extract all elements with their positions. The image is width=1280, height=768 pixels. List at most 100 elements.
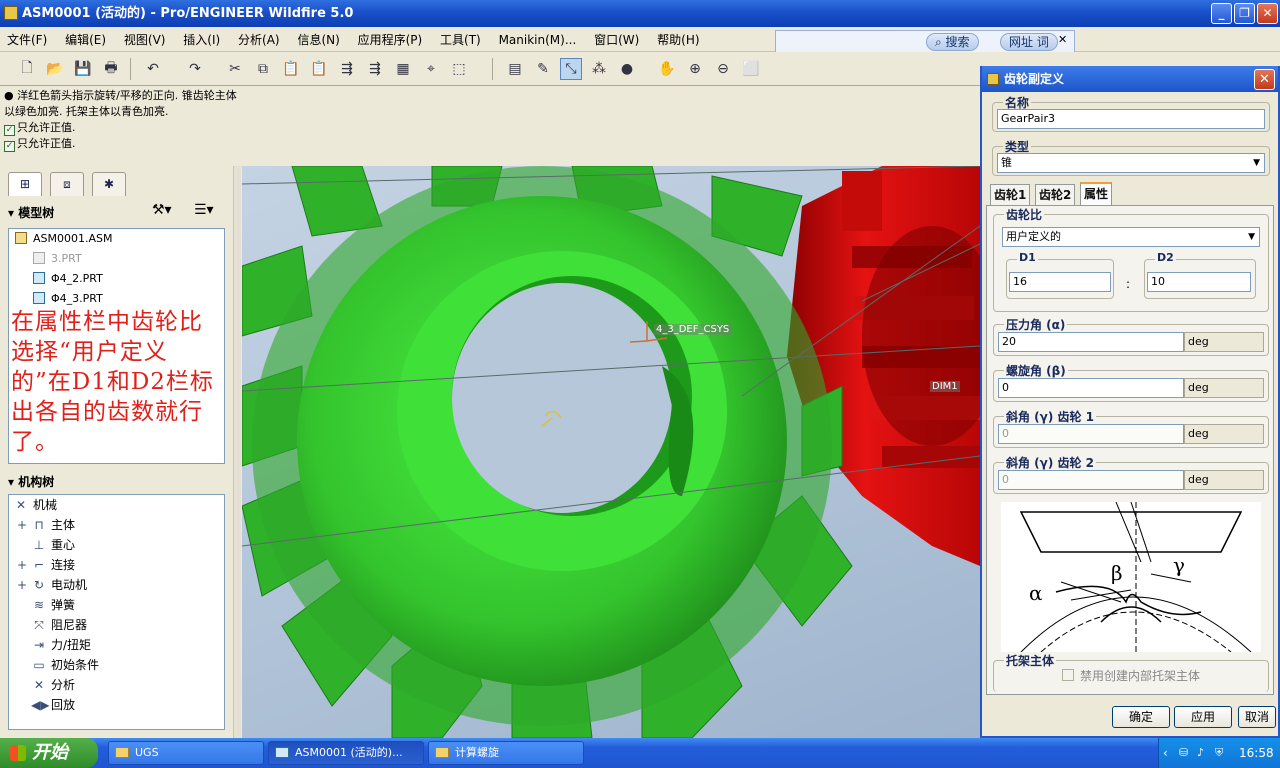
name-field[interactable]: GearPair3: [997, 109, 1265, 129]
close-window-button[interactable]: ✕: [1257, 3, 1278, 24]
menu-manikin[interactable]: Manikin(M)...: [492, 27, 584, 53]
model-tree-header[interactable]: ▾ 模型树: [8, 204, 54, 221]
undo-icon[interactable]: ↶: [142, 58, 164, 80]
mech-item-springs[interactable]: ≋ 弹簧: [31, 595, 75, 615]
helix-angle-field[interactable]: 0: [998, 378, 1184, 398]
maximize-button[interactable]: ❐: [1234, 3, 1255, 24]
message-line: 以绿色加亮. 托架主体以青色加亮.: [4, 105, 169, 118]
tab-gear2[interactable]: 齿轮2: [1035, 184, 1076, 205]
folder-icon: [115, 747, 129, 758]
clock[interactable]: 16:58: [1239, 738, 1274, 768]
folder-browser-tab[interactable]: ⧈: [50, 172, 84, 196]
menu-view[interactable]: 视图(V): [117, 27, 173, 53]
paste-icon[interactable]: 📋: [280, 58, 302, 80]
pressure-angle-field[interactable]: 20: [998, 332, 1184, 352]
tab-properties[interactable]: 属性: [1080, 182, 1113, 206]
mech-item-forces[interactable]: ⇥ 力/扭矩: [31, 635, 91, 655]
minimize-button[interactable]: _: [1211, 3, 1232, 24]
menu-analysis[interactable]: 分析(A): [231, 27, 287, 53]
dialog-close-button[interactable]: ✕: [1254, 69, 1275, 90]
shading-icon[interactable]: ●: [616, 58, 638, 80]
paste-special-icon[interactable]: 📋: [308, 58, 330, 80]
tree-settings-icon[interactable]: ⚒▾: [152, 202, 172, 218]
find-icon[interactable]: ⌖: [420, 58, 442, 80]
mech-item-bodies[interactable]: + ⊓ 主体: [17, 515, 75, 535]
connection-icon: ⌐: [33, 558, 45, 572]
tree-item-part[interactable]: 3.PRT: [33, 249, 82, 269]
search-close-icon[interactable]: ✕: [1058, 33, 1067, 46]
mech-item-dampers[interactable]: ⤧ 阻尼器: [31, 615, 87, 635]
tree-item-assembly[interactable]: ASM0001.ASM: [15, 229, 113, 249]
menu-edit[interactable]: 编辑(E): [58, 27, 113, 53]
taskbar-item-proe[interactable]: ASM0001 (活动的)...: [268, 741, 424, 765]
panel-splitter[interactable]: [233, 166, 241, 738]
disable-carrier-checkbox[interactable]: [1062, 669, 1074, 681]
mech-tree-header[interactable]: ▾ 机构树: [8, 473, 54, 490]
mech-item-initial-conditions[interactable]: ▭ 初始条件: [31, 655, 99, 675]
favorites-tab[interactable]: ✱: [92, 172, 126, 196]
d2-field[interactable]: 10: [1147, 272, 1251, 292]
gear-angle-diagram: α β γ: [1019, 501, 1252, 653]
mech-item-playbacks[interactable]: ◀▶ 回放: [31, 695, 75, 715]
start-button[interactable]: 开始: [0, 738, 98, 768]
graphics-viewport[interactable]: 4_3_DEF_CSYS DIM1: [242, 166, 980, 738]
network-icon[interactable]: ⛁: [1179, 738, 1188, 768]
helix-angle-unit: deg: [1184, 378, 1264, 398]
tree-item-part[interactable]: Φ4_2.PRT: [33, 269, 103, 289]
tray-expand-icon[interactable]: ‹: [1163, 738, 1168, 768]
mech-item-mechanism[interactable]: ✕ 机械: [13, 495, 57, 515]
tab-gear1[interactable]: 齿轮1: [990, 184, 1031, 205]
taskbar-item-ugs[interactable]: UGS: [108, 741, 264, 765]
tree-item-part[interactable]: Φ4_3.PRT: [33, 289, 103, 309]
datum-point-icon[interactable]: ⁂: [588, 58, 610, 80]
print-icon[interactable]: 🖶: [100, 58, 122, 80]
redo-icon[interactable]: ↷: [184, 58, 206, 80]
menu-tools[interactable]: 工具(T): [433, 27, 488, 53]
select-box-icon[interactable]: ⬚: [448, 58, 470, 80]
mech-item-motors[interactable]: + ↻ 电动机: [17, 575, 87, 595]
security-shield-icon[interactable]: ⛨: [1215, 738, 1223, 768]
type-select[interactable]: 锥 ▼: [997, 153, 1265, 173]
zoom-in-icon[interactable]: ⊕: [684, 58, 706, 80]
mechanism-tree-panel: ✕ 机械 + ⊓ 主体 ⊥ 重心 + ⌐ 连接 + ↻ 电动机 ≋ 弹簧 ⤧ 阻尼器 ⇥ 力/扭矩 ▭…: [8, 494, 225, 730]
cancel-button[interactable]: 取消: [1238, 706, 1276, 728]
new-file-icon[interactable]: 🗋: [16, 58, 38, 80]
star-icon: ✱: [103, 177, 115, 191]
refit-icon[interactable]: ⬜: [740, 58, 762, 80]
cut-icon[interactable]: ✂: [224, 58, 246, 80]
regenerate-icon[interactable]: ⇶: [336, 58, 358, 80]
model-tree-tab[interactable]: ⊞: [8, 172, 42, 196]
regenerate-manager-icon[interactable]: ⇶: [364, 58, 386, 80]
gear-ratio-select[interactable]: 用户定义的 ▼: [1002, 227, 1260, 247]
d1-label: D1: [1017, 251, 1038, 264]
pan-hand-icon[interactable]: ✋: [656, 58, 678, 80]
zoom-out-icon[interactable]: ⊖: [712, 58, 734, 80]
search-button[interactable]: ⌕ 搜索: [926, 33, 979, 51]
menu-file[interactable]: 文件(F): [0, 27, 54, 53]
url-search-button[interactable]: 网址 词: [1000, 33, 1058, 51]
open-folder-icon[interactable]: 📂: [44, 58, 66, 80]
tree-columns-icon[interactable]: ☰▾: [194, 202, 214, 218]
mech-item-gravity[interactable]: ⊥ 重心: [31, 535, 75, 555]
dimension-label: DIM1: [930, 381, 960, 392]
menu-window[interactable]: 窗口(W): [587, 27, 646, 53]
apply-button[interactable]: 应用: [1174, 706, 1232, 728]
menu-insert[interactable]: 插入(I): [176, 27, 227, 53]
layer-icon[interactable]: ▦: [392, 58, 414, 80]
copy-icon[interactable]: ⧉: [252, 58, 274, 80]
volume-icon[interactable]: ♪: [1197, 738, 1204, 768]
menu-info[interactable]: 信息(N): [290, 27, 346, 53]
title-bar: ASM0001 (活动的) - Pro/ENGINEER Wildfire 5.…: [0, 0, 1280, 27]
datum-axis-icon[interactable]: ⤡: [560, 58, 582, 80]
d1-field[interactable]: 16: [1009, 272, 1111, 292]
mech-item-connections[interactable]: + ⌐ 连接: [17, 555, 75, 575]
ok-button[interactable]: 确定: [1112, 706, 1170, 728]
save-icon[interactable]: 💾: [72, 58, 94, 80]
menu-applications[interactable]: 应用程序(P): [351, 27, 430, 53]
taskbar-item-folder[interactable]: 计算螺旋: [428, 741, 584, 765]
menu-help[interactable]: 帮助(H): [650, 27, 706, 53]
window-icon[interactable]: ▤: [504, 58, 526, 80]
sketch-icon[interactable]: ✎: [532, 58, 554, 80]
dialog-icon: [987, 73, 999, 85]
mech-item-analyses[interactable]: ✕ 分析: [31, 675, 75, 695]
